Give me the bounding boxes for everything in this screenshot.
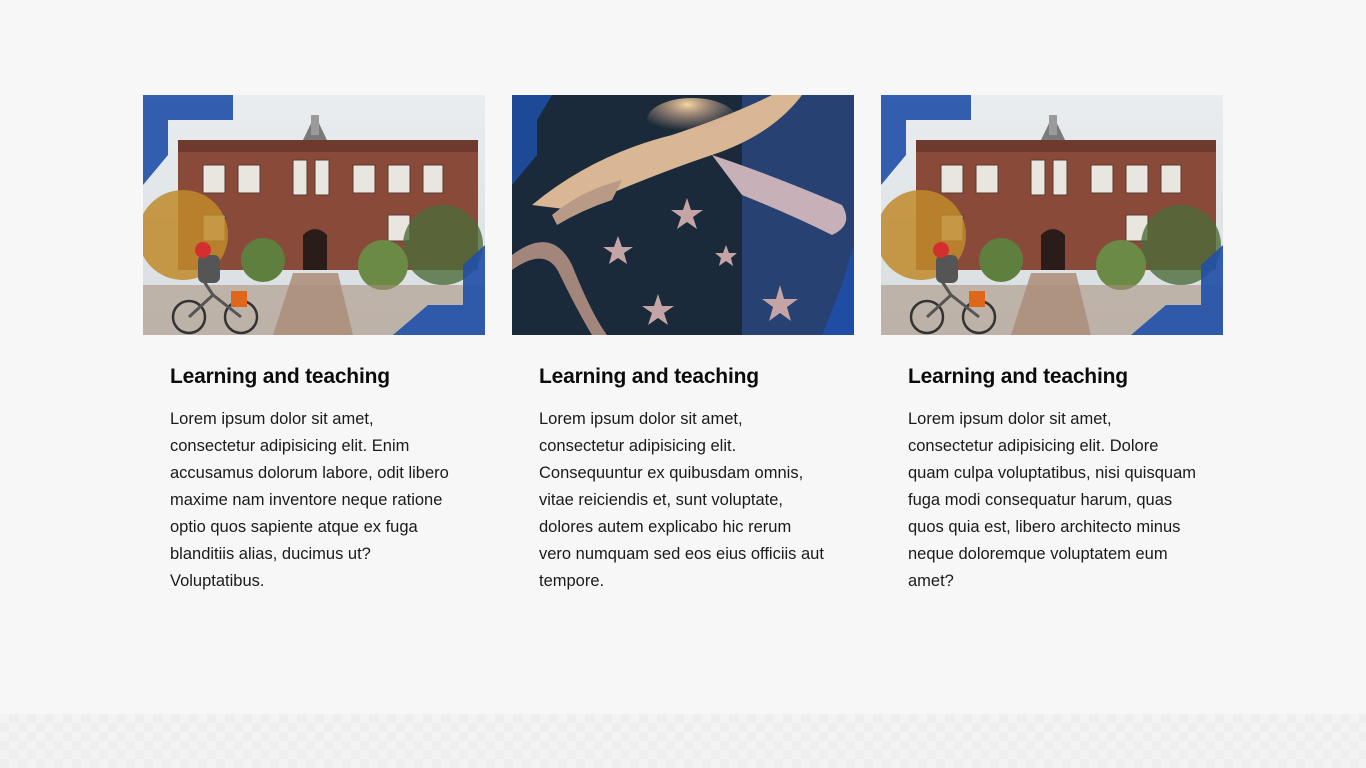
- card-body: Learning and teaching Lorem ipsum dolor …: [143, 335, 485, 595]
- card-text: Lorem ipsum dolor sit amet, consectetur …: [170, 410, 449, 590]
- footer-pattern: [0, 714, 1366, 768]
- campus-building-image[interactable]: [881, 95, 1223, 335]
- card-title[interactable]: Learning and teaching: [170, 363, 458, 391]
- card[interactable]: Learning and teaching Lorem ipsum dolor …: [512, 95, 854, 595]
- card[interactable]: Learning and teaching Lorem ipsum dolor …: [881, 95, 1223, 595]
- card[interactable]: Learning and teaching Lorem ipsum dolor …: [143, 95, 485, 595]
- card-title[interactable]: Learning and teaching: [908, 363, 1196, 391]
- card-body: Learning and teaching Lorem ipsum dolor …: [881, 335, 1223, 595]
- card-list: Learning and teaching Lorem ipsum dolor …: [143, 95, 1223, 595]
- campus-building-image[interactable]: [143, 95, 485, 335]
- card-title[interactable]: Learning and teaching: [539, 363, 827, 391]
- card-text: Lorem ipsum dolor sit amet, consectetur …: [908, 410, 1197, 590]
- eagle-emblem-image[interactable]: [512, 95, 854, 335]
- card-body: Learning and teaching Lorem ipsum dolor …: [512, 335, 854, 595]
- card-text: Lorem ipsum dolor sit amet, consectetur …: [539, 410, 824, 590]
